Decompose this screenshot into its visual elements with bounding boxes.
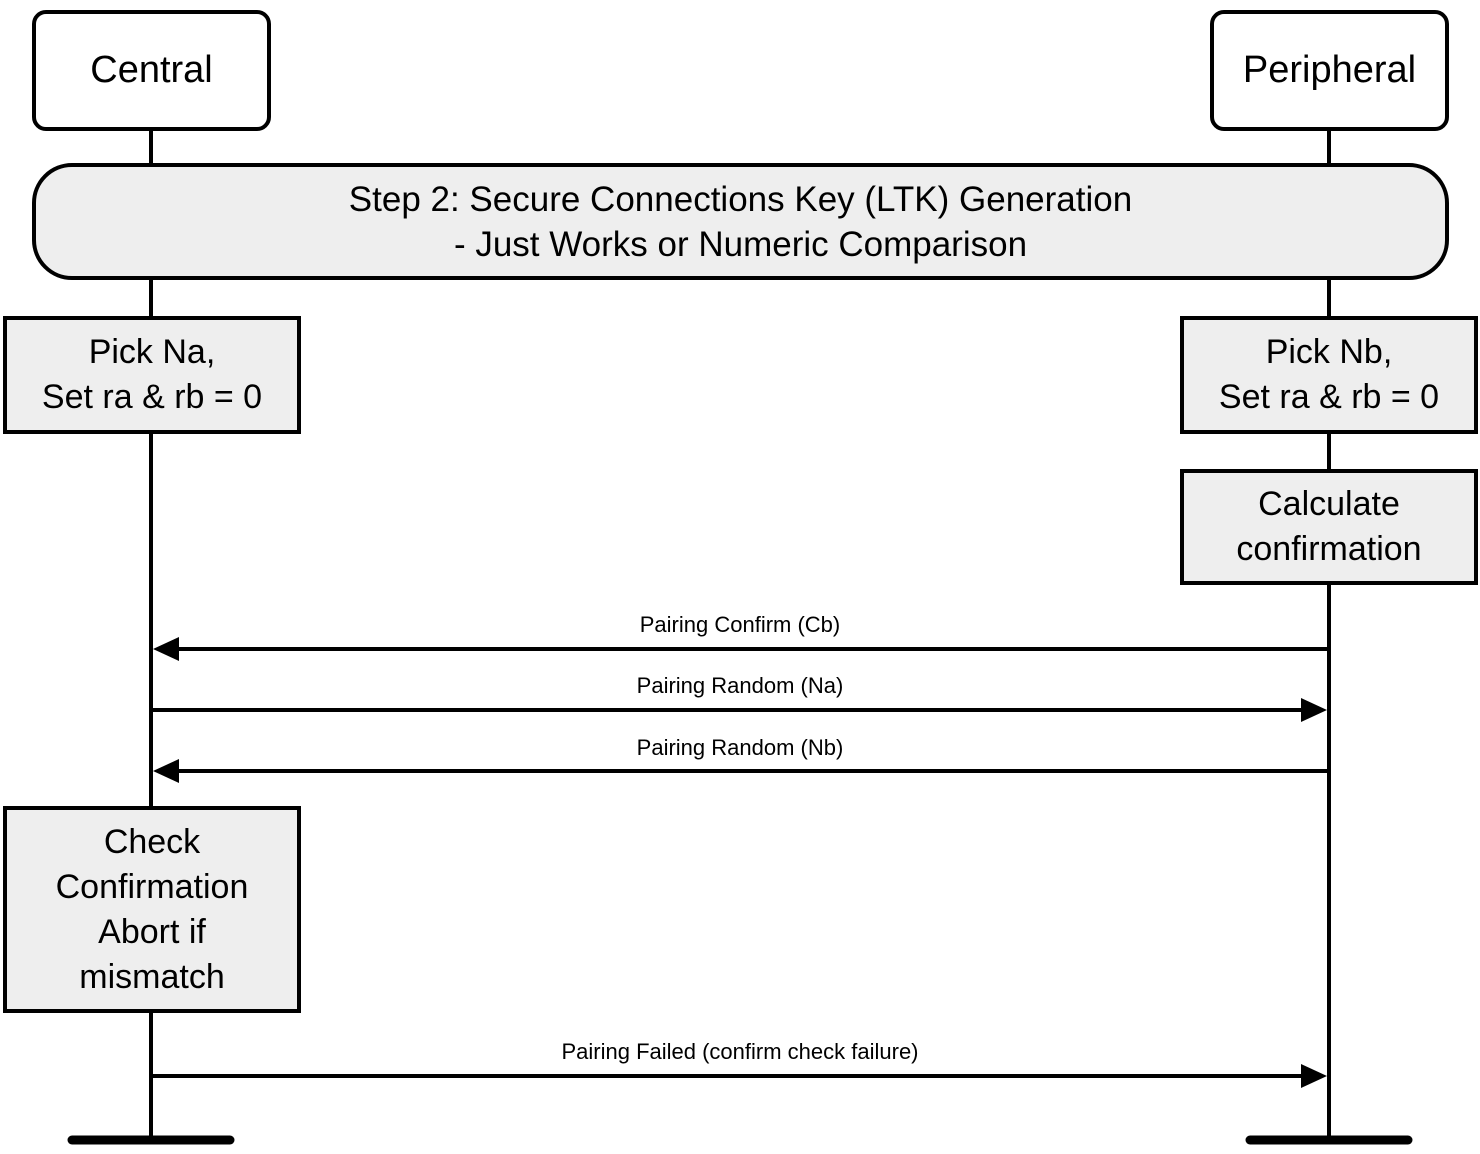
participant-peripheral: Peripheral bbox=[1210, 10, 1449, 131]
note-line: mismatch bbox=[79, 957, 225, 996]
banner-title: Step 2: Secure Connections Key (LTK) Gen… bbox=[348, 179, 1133, 219]
arrowhead-icon bbox=[153, 759, 179, 783]
note-peripheral-calc: Calculate confirmation bbox=[1180, 469, 1478, 585]
participant-central: Central bbox=[32, 10, 271, 131]
note-line: confirmation bbox=[1236, 530, 1422, 568]
note-peripheral-pick: Pick Nb, Set ra & rb = 0 bbox=[1180, 316, 1478, 434]
note-line: Pick Nb, bbox=[1265, 333, 1393, 371]
note-line: Set ra & rb = 0 bbox=[41, 378, 263, 416]
note-central-check: Check Confirmation Abort if mismatch bbox=[3, 806, 301, 1013]
note-line: Set ra & rb = 0 bbox=[1218, 378, 1440, 416]
arrowhead-icon bbox=[153, 637, 179, 661]
note-line: Pick Na, bbox=[88, 333, 216, 371]
message-label: Pairing Failed (confirm check failure) bbox=[561, 1039, 919, 1064]
banner-subtitle: - Just Works or Numeric Comparison bbox=[453, 224, 1028, 264]
note-line: Abort if bbox=[98, 912, 206, 951]
participant-central-label: Central bbox=[90, 49, 213, 91]
participant-peripheral-label: Peripheral bbox=[1242, 49, 1417, 91]
note-line: Calculate bbox=[1258, 485, 1400, 523]
step-banner: Step 2: Secure Connections Key (LTK) Gen… bbox=[32, 163, 1449, 280]
note-line: Confirmation bbox=[55, 867, 249, 906]
note-central-pick: Pick Na, Set ra & rb = 0 bbox=[3, 316, 301, 434]
note-line: Check bbox=[103, 822, 201, 861]
message-label: Pairing Random (Na) bbox=[636, 673, 844, 698]
message-label: Pairing Confirm (Cb) bbox=[639, 612, 841, 637]
arrowhead-icon bbox=[1301, 1064, 1327, 1088]
message-label: Pairing Random (Nb) bbox=[636, 735, 844, 760]
arrowhead-icon bbox=[1301, 698, 1327, 722]
